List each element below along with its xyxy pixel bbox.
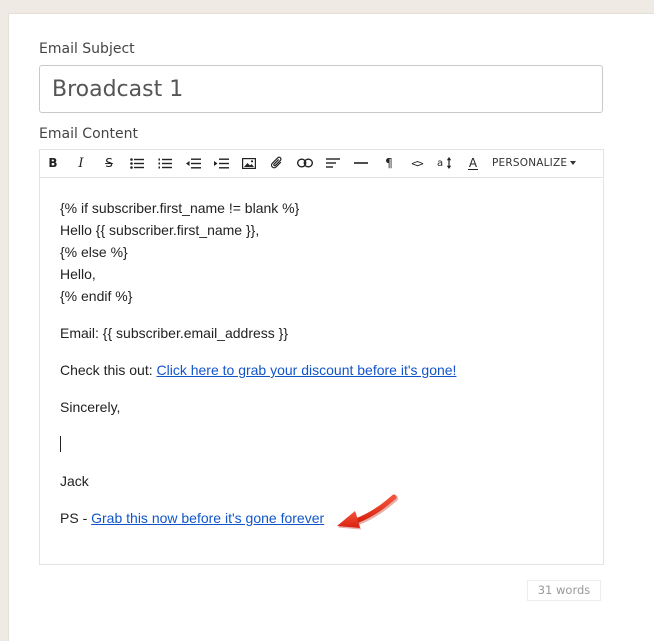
annotation-arrow-icon	[337, 494, 398, 530]
grab-now-link[interactable]: Grab this now before it's gone forever	[91, 510, 324, 526]
text-color-icon: A	[467, 155, 479, 170]
personalize-label: PERSONALIZE	[492, 157, 568, 169]
email-body[interactable]: {% if subscriber.first_name != blank %} …	[60, 197, 456, 529]
numbered-list-button[interactable]	[154, 153, 176, 173]
pilcrow-icon: ¶	[385, 156, 393, 170]
strikethrough-button[interactable]: S	[98, 153, 120, 173]
discount-link[interactable]: Click here to grab your discount before …	[157, 362, 457, 378]
word-count: 31 words	[527, 580, 601, 601]
outdent-icon	[185, 158, 201, 168]
check-prefix: Check this out:	[60, 362, 157, 378]
bold-icon: B	[48, 156, 58, 170]
outdent-button[interactable]	[182, 153, 204, 173]
subject-label: Email Subject	[39, 41, 135, 57]
email-editor[interactable]: B I S ¶ <> a A PERSONALIZE {% if subscri…	[39, 149, 604, 565]
strikethrough-icon: S	[105, 156, 113, 170]
svg-text:a: a	[437, 158, 443, 169]
code-button[interactable]: <>	[406, 153, 428, 173]
caret-down-icon	[570, 161, 577, 165]
italic-button[interactable]: I	[70, 153, 92, 173]
liquid-endif-line: {% endif %}	[60, 288, 133, 304]
liquid-if-line: {% if subscriber.first_name != blank %}	[60, 200, 300, 216]
sincerely-line: Sincerely,	[60, 399, 121, 415]
indent-icon	[213, 158, 229, 168]
liquid-else-line: {% else %}	[60, 244, 128, 260]
align-button[interactable]	[322, 153, 344, 173]
check-this-out-line: Check this out: Click here to grab your …	[60, 359, 456, 381]
text-color-button[interactable]: A	[462, 153, 484, 173]
email-line: Email: {{ subscriber.email_address }}	[60, 325, 289, 341]
image-button[interactable]	[238, 153, 260, 173]
bullet-list-button[interactable]	[126, 153, 148, 173]
ps-prefix: PS -	[60, 510, 92, 526]
horizontal-rule-icon	[354, 162, 368, 164]
empty-line[interactable]	[60, 433, 456, 455]
code-icon: <>	[411, 156, 423, 170]
image-icon	[242, 157, 256, 169]
content-label: Email Content	[39, 126, 138, 142]
hello-line: Hello,	[60, 266, 96, 282]
attachment-button[interactable]	[266, 153, 288, 173]
link-button[interactable]	[294, 153, 316, 173]
bold-button[interactable]: B	[42, 153, 64, 173]
indent-button[interactable]	[210, 153, 232, 173]
italic-icon: I	[78, 155, 84, 171]
signature-line: Jack	[60, 473, 89, 489]
bullet-list-icon	[130, 157, 144, 169]
align-left-icon	[326, 158, 340, 168]
subject-input[interactable]	[39, 65, 603, 113]
paragraph-button[interactable]: ¶	[378, 153, 400, 173]
font-size-icon: a	[437, 157, 452, 169]
numbered-list-icon	[158, 158, 172, 168]
text-cursor	[60, 436, 61, 452]
font-size-button[interactable]: a	[434, 153, 456, 173]
hello-name-line: Hello {{ subscriber.first_name }},	[60, 222, 260, 238]
paperclip-icon	[270, 156, 282, 169]
horizontal-rule-button[interactable]	[350, 153, 372, 173]
personalize-dropdown[interactable]: PERSONALIZE	[492, 153, 577, 173]
link-icon	[297, 158, 313, 168]
editor-toolbar: B I S ¶ <> a A PERSONALIZE	[40, 150, 603, 178]
